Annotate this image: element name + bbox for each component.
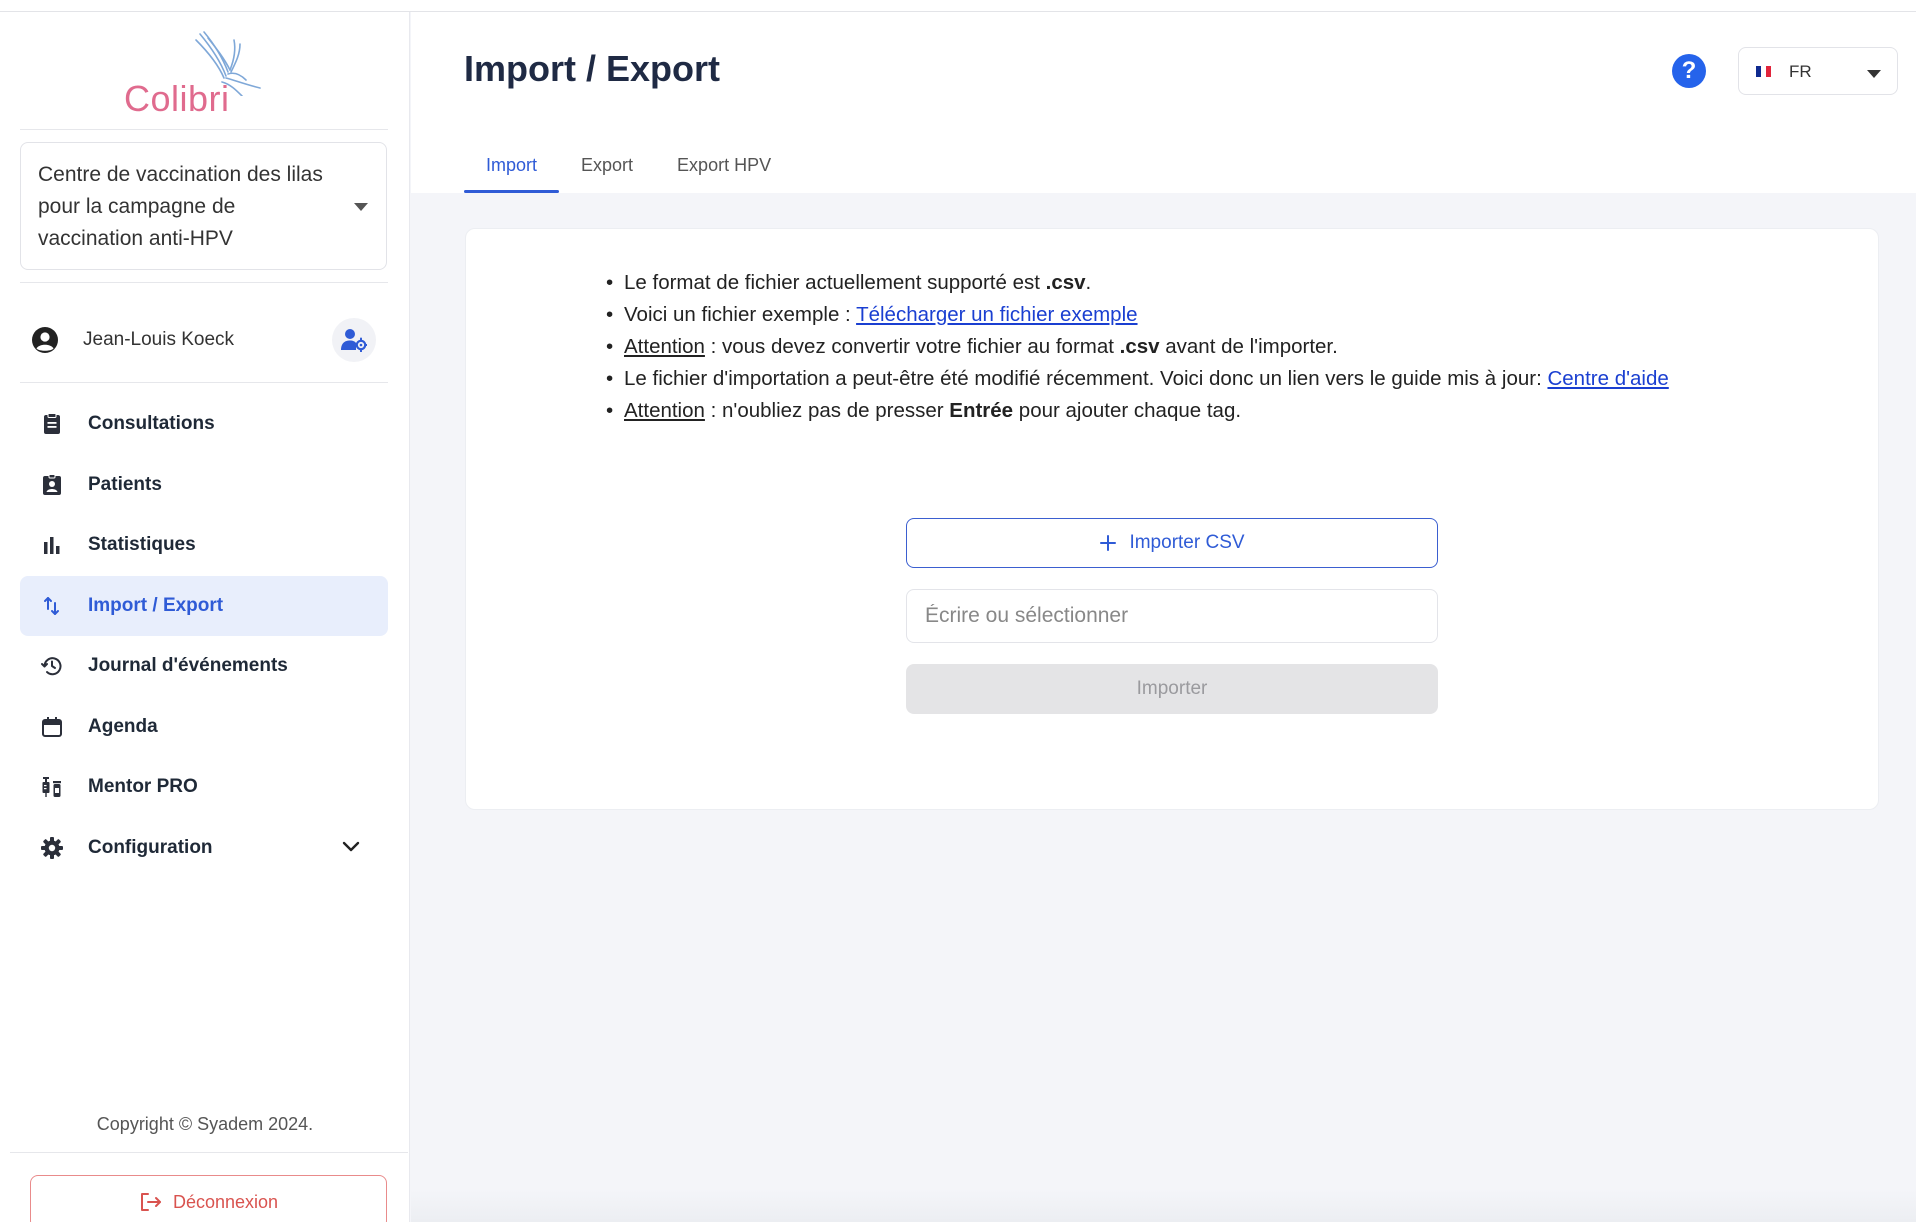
- download-example-link[interactable]: Télécharger un fichier exemple: [856, 303, 1137, 326]
- instruction-item: Le format de fichier actuellement suppor…: [606, 267, 1669, 299]
- instruction-item: Attention : vous devez convertir votre f…: [606, 331, 1669, 363]
- bar-chart-icon: [44, 537, 60, 554]
- user-name: Jean-Louis Koeck: [83, 329, 235, 350]
- sidebar-item-label: Consultations: [88, 413, 215, 434]
- user-row: Jean-Louis Koeck: [20, 312, 388, 368]
- tag-input[interactable]: [906, 589, 1438, 643]
- divider: [20, 382, 388, 383]
- calendar-icon: [42, 716, 62, 737]
- copyright-text: Copyright © Syadem 2024.: [96, 1114, 314, 1134]
- user-gear-icon: [341, 329, 367, 352]
- sidebar-item-label: Journal d'événements: [88, 655, 288, 676]
- language-select[interactable]: FR: [1738, 47, 1898, 95]
- sidebar-item-consultations[interactable]: Consultations: [20, 394, 388, 454]
- sidebar: Colibri Centre de vaccination des lilas …: [0, 12, 410, 1222]
- clipboard-icon: [44, 413, 60, 434]
- instruction-item: Le fichier d'importation a peut-être été…: [606, 363, 1669, 395]
- sidebar-item-statistiques[interactable]: Statistiques: [20, 515, 388, 575]
- sidebar-item-label: Patients: [88, 473, 162, 495]
- colibri-logo[interactable]: Colibri: [110, 26, 280, 126]
- tab-export[interactable]: Export: [559, 142, 655, 193]
- sidebar-item-agenda[interactable]: Agenda: [20, 697, 388, 757]
- import-csv-label: Importer CSV: [1129, 532, 1245, 553]
- instruction-item: Attention : n'oubliez pas de presser Ent…: [606, 395, 1669, 427]
- plus-icon: [1100, 535, 1117, 551]
- bottom-shade: [411, 1190, 1916, 1222]
- page-header: Import / Export ? FR Import Export Expor…: [411, 12, 1916, 193]
- help-icon[interactable]: ?: [1672, 54, 1706, 88]
- gear-icon: [41, 836, 63, 859]
- tab-import[interactable]: Import: [464, 142, 560, 193]
- import-button[interactable]: Importer: [906, 664, 1438, 714]
- sidebar-item-label: Configuration: [88, 836, 213, 858]
- instructions-list: Le format de fichier actuellement suppor…: [606, 267, 1669, 427]
- user-settings-button[interactable]: [332, 318, 376, 362]
- import-card: Le format de fichier actuellement suppor…: [465, 228, 1879, 810]
- id-badge-icon: [43, 473, 61, 495]
- logout-label: Déconnexion: [172, 1191, 279, 1212]
- logo-text: Colibri: [124, 78, 230, 119]
- caret-down-icon: [354, 203, 368, 211]
- sidebar-item-label: Agenda: [88, 715, 158, 737]
- chevron-down-icon: [342, 841, 360, 851]
- france-flag-icon: [1756, 66, 1771, 77]
- logout-icon: [140, 1193, 161, 1211]
- logout-button[interactable]: Déconnexion: [30, 1175, 387, 1222]
- sidebar-item-journal[interactable]: Journal d'événements: [20, 636, 388, 696]
- history-icon: [41, 657, 62, 676]
- page-title: Import / Export: [464, 48, 721, 89]
- language-code: FR: [1789, 62, 1812, 81]
- sidebar-item-configuration[interactable]: Configuration: [20, 818, 388, 878]
- help-center-link[interactable]: Centre d'aide: [1547, 367, 1668, 390]
- sidebar-item-mentor-pro[interactable]: Mentor PRO: [20, 757, 388, 817]
- instruction-item: Voici un fichier exemple : Télécharger u…: [606, 299, 1669, 331]
- user-circle-icon: [32, 327, 58, 353]
- center-select[interactable]: Centre de vaccination des lilas pour la …: [20, 142, 387, 270]
- swap-vertical-icon: [44, 596, 59, 615]
- sidebar-item-label: Statistiques: [88, 534, 196, 555]
- tab-export-hpv[interactable]: Export HPV: [655, 142, 793, 193]
- sidebar-item-import-export[interactable]: Import / Export: [20, 575, 388, 636]
- center-select-value: Centre de vaccination des lilas pour la …: [38, 163, 323, 250]
- top-bar: [0, 0, 1916, 12]
- divider: [10, 1152, 408, 1153]
- import-csv-button[interactable]: Importer CSV: [906, 518, 1438, 568]
- caret-down-icon: [1867, 70, 1881, 78]
- sidebar-item-label: Mentor PRO: [88, 776, 198, 797]
- tabs: Import Export Export HPV: [464, 142, 793, 193]
- syringe-vial-icon: [42, 777, 61, 797]
- divider: [20, 129, 388, 130]
- divider: [20, 282, 388, 283]
- sidebar-item-label: Import / Export: [88, 594, 224, 616]
- sidebar-item-patients[interactable]: Patients: [20, 455, 388, 515]
- sidebar-nav: Consultations Patients Statistiques Impo…: [20, 394, 388, 878]
